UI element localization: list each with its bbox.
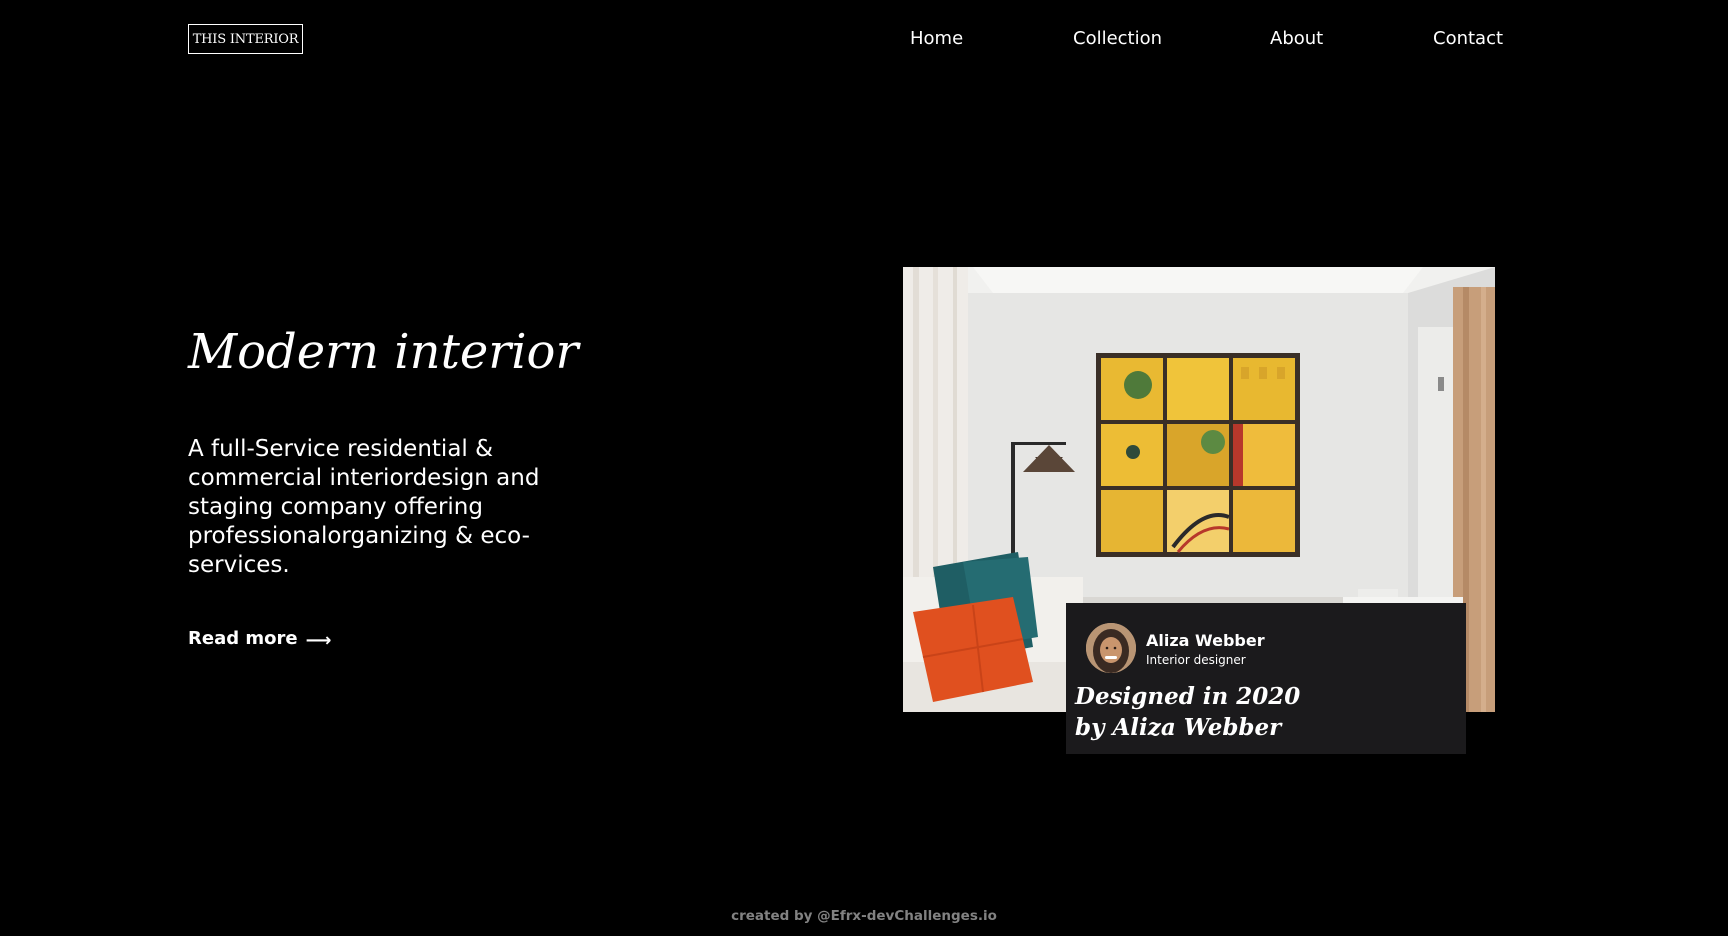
hero-description: A full-Service residential & commercial … — [188, 436, 540, 578]
nav-about[interactable]: About — [1270, 26, 1323, 52]
page: THIS INTERIOR Home Collection About Cont… — [0, 0, 1728, 936]
avatar — [1086, 623, 1136, 673]
main-nav: Home Collection About Contact — [0, 26, 1728, 52]
designer-role: Interior designer — [1146, 653, 1246, 667]
nav-home[interactable]: Home — [910, 26, 963, 52]
card-caption: Designed in 2020 by Aliza Webber — [1075, 683, 1301, 741]
read-more-label: Read more — [188, 628, 298, 649]
nav-collection[interactable]: Collection — [1073, 26, 1162, 52]
read-more-link[interactable]: Read more ⟶ — [188, 628, 331, 649]
footer-credit: created by @Efrx-devChallenges.io — [731, 908, 997, 924]
nav-contact[interactable]: Contact — [1433, 26, 1503, 52]
arrow-right-icon: ⟶ — [305, 629, 332, 651]
designer-card: Aliza Webber Interior designer Designed … — [1066, 603, 1466, 754]
hero-title: Modern interior — [188, 324, 579, 380]
designer-name: Aliza Webber — [1146, 631, 1265, 650]
